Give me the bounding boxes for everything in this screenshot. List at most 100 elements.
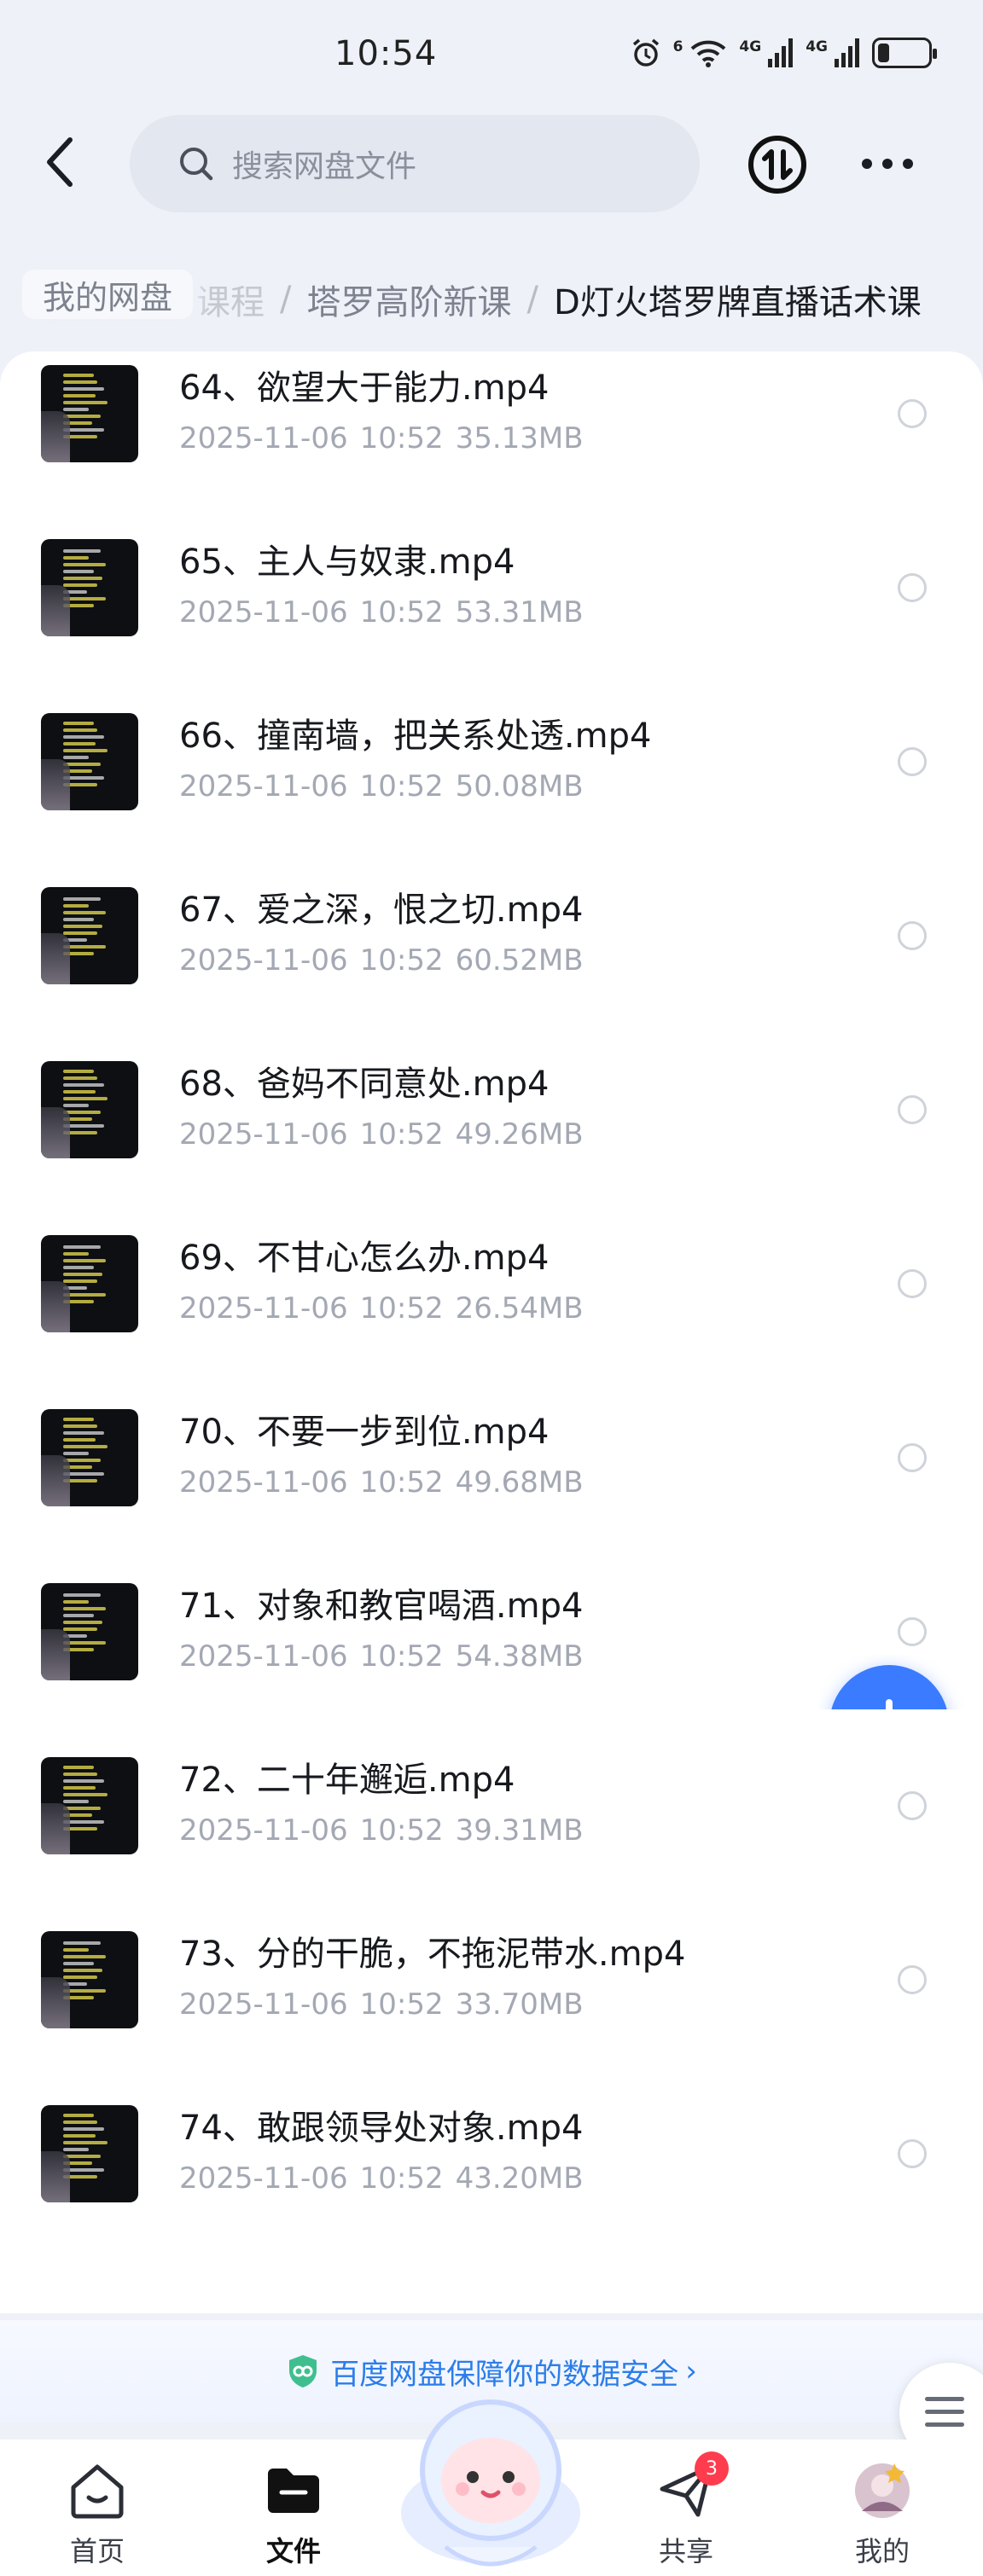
file-name: 72、二十年邂逅.mp4 (179, 1761, 515, 1800)
file-row[interactable]: 74、敢跟领导处对象.mp4 2025-11-06 10:52 43.20MB (0, 2105, 983, 2279)
breadcrumb-root[interactable]: 我的网盘 (22, 270, 194, 319)
nav-item-files[interactable]: 文件 (225, 2448, 362, 2569)
file-row[interactable]: 72、二十年邂逅.mp4 2025-11-06 10:52 39.31MB (0, 1757, 983, 1931)
file-date: 2025-11-06 (179, 1291, 348, 1326)
battery-level (878, 44, 889, 62)
video-thumbnail (41, 539, 138, 636)
video-thumbnail (41, 2105, 138, 2202)
mascot-button[interactable] (394, 2385, 587, 2576)
search-icon (180, 148, 213, 181)
file-meta: 2025-11-06 10:52 53.31MB (179, 595, 584, 629)
file-date: 2025-11-06 (179, 943, 348, 978)
file-time: 10:52 (359, 1465, 444, 1500)
file-name: 67、爱之深，恨之切.mp4 (179, 891, 584, 930)
transfer-button[interactable] (747, 135, 807, 194)
file-date: 2025-11-06 (179, 1117, 348, 1152)
file-time: 10:52 (359, 943, 444, 978)
nav-item-home[interactable]: 首页 (29, 2448, 166, 2569)
file-time: 10:52 (359, 421, 444, 455)
video-thumbnail (41, 1583, 138, 1680)
file-date: 2025-11-06 (179, 1465, 348, 1500)
file-name: 69、不甘心怎么办.mp4 (179, 1239, 550, 1278)
select-radio[interactable] (898, 1269, 927, 1298)
file-size: 60.52MB (455, 943, 584, 978)
file-row[interactable]: 73、分的干脆，不拖泥带水.mp4 2025-11-06 10:52 33.70MB (0, 1931, 983, 2105)
video-thumbnail (41, 887, 138, 984)
file-time: 10:52 (359, 2161, 444, 2196)
signal-icon (835, 38, 860, 67)
file-row[interactable]: 69、不甘心怎么办.mp4 2025-11-06 10:52 26.54MB (0, 1235, 983, 1409)
alarm-icon (631, 38, 661, 68)
file-meta: 2025-11-06 10:52 43.20MB (179, 2161, 584, 2196)
more-icon-dot (862, 159, 872, 169)
select-radio[interactable] (898, 1443, 927, 1472)
select-radio[interactable] (898, 747, 927, 776)
video-thumbnail (41, 1757, 138, 1854)
file-row[interactable]: 67、爱之深，恨之切.mp4 2025-11-06 10:52 60.52MB (0, 887, 983, 1061)
select-radio[interactable] (898, 2139, 927, 2168)
select-radio[interactable] (898, 1791, 927, 1820)
file-size: 53.31MB (455, 595, 584, 629)
breadcrumb-separator: / (526, 280, 538, 319)
file-date: 2025-11-06 (179, 769, 348, 804)
file-time: 10:52 (359, 1813, 444, 1848)
select-radio[interactable] (898, 1617, 927, 1646)
file-row[interactable]: 65、主人与奴隶.mp4 2025-11-06 10:52 53.31MB (0, 539, 983, 713)
send-icon: 3 (655, 2451, 729, 2521)
select-radio[interactable] (898, 399, 927, 428)
breadcrumb-trail: 课程 / 塔罗高阶新课 / D灯火塔罗牌直播话术课 (196, 275, 922, 324)
file-row[interactable]: 66、撞南墙，把关系处透.mp4 2025-11-06 10:52 50.08MB (0, 713, 983, 887)
avatar-icon (852, 2460, 913, 2521)
battery-icon (872, 38, 937, 68)
file-time: 10:52 (359, 1291, 444, 1326)
select-radio[interactable] (898, 1965, 927, 1994)
file-row[interactable]: 68、爸妈不同意处.mp4 2025-11-06 10:52 49.26MB (0, 1061, 983, 1235)
breadcrumb-current: D灯火塔罗牌直播话术课 (553, 283, 922, 322)
file-size: 49.68MB (455, 1465, 584, 1500)
file-meta: 2025-11-06 10:52 50.08MB (179, 769, 584, 804)
file-date: 2025-11-06 (179, 1987, 348, 2022)
file-row[interactable]: 70、不要一步到位.mp4 2025-11-06 10:52 49.68MB (0, 1409, 983, 1583)
breadcrumb-item[interactable]: 塔罗高阶新课 (306, 275, 511, 324)
mascot-icon (401, 2399, 580, 2567)
file-date: 2025-11-06 (179, 595, 348, 629)
file-time: 10:52 (359, 1639, 444, 1674)
video-thumbnail (41, 713, 138, 810)
video-thumbnail (41, 365, 138, 462)
plus-icon (886, 1699, 893, 1709)
file-list: 64、欲望大于能力.mp4 2025-11-06 10:52 35.13MB 65、主人… (0, 351, 983, 2313)
breadcrumb: 我的网盘 课程 / 塔罗高阶新课 / D灯火塔罗牌直播话术课 (0, 256, 983, 333)
select-radio[interactable] (898, 1095, 927, 1124)
file-time: 10:52 (359, 1117, 444, 1152)
share-badge: 3 (695, 2451, 729, 2486)
file-name: 71、对象和教官喝酒.mp4 (179, 1587, 584, 1626)
folder-icon (263, 2460, 324, 2521)
file-row[interactable]: 64、欲望大于能力.mp4 2025-11-06 10:52 35.13MB (0, 365, 983, 539)
home-icon (67, 2460, 128, 2521)
transfer-icon (748, 136, 806, 194)
file-time: 10:52 (359, 595, 444, 629)
video-thumbnail (41, 1409, 138, 1506)
file-size: 26.54MB (455, 1291, 584, 1326)
back-button[interactable] (34, 128, 85, 196)
nav-item-me[interactable]: 我的 (814, 2448, 951, 2569)
select-radio[interactable] (898, 921, 927, 950)
add-button[interactable] (819, 1655, 983, 1709)
shield-icon (289, 2355, 317, 2387)
nav-item-share[interactable]: 3 共享 (618, 2448, 754, 2569)
more-button[interactable] (853, 145, 922, 183)
file-time: 10:52 (359, 769, 444, 804)
status-bar: 10:54 6 4G 4G (0, 0, 983, 111)
video-thumbnail (41, 1235, 138, 1332)
back-icon (47, 137, 73, 187)
breadcrumb-item-faded[interactable]: 课程 (196, 275, 265, 324)
select-radio[interactable] (898, 573, 927, 602)
more-icon-dot (903, 159, 913, 169)
file-date: 2025-11-06 (179, 1813, 348, 1848)
file-meta: 2025-11-06 10:52 39.31MB (179, 1813, 584, 1848)
file-meta: 2025-11-06 10:52 49.68MB (179, 1465, 584, 1500)
file-name: 66、撞南墙，把关系处透.mp4 (179, 717, 652, 756)
signal1-label: 4G (739, 38, 762, 55)
search-input[interactable]: 搜索网盘文件 (130, 115, 700, 212)
file-date: 2025-11-06 (179, 421, 348, 455)
